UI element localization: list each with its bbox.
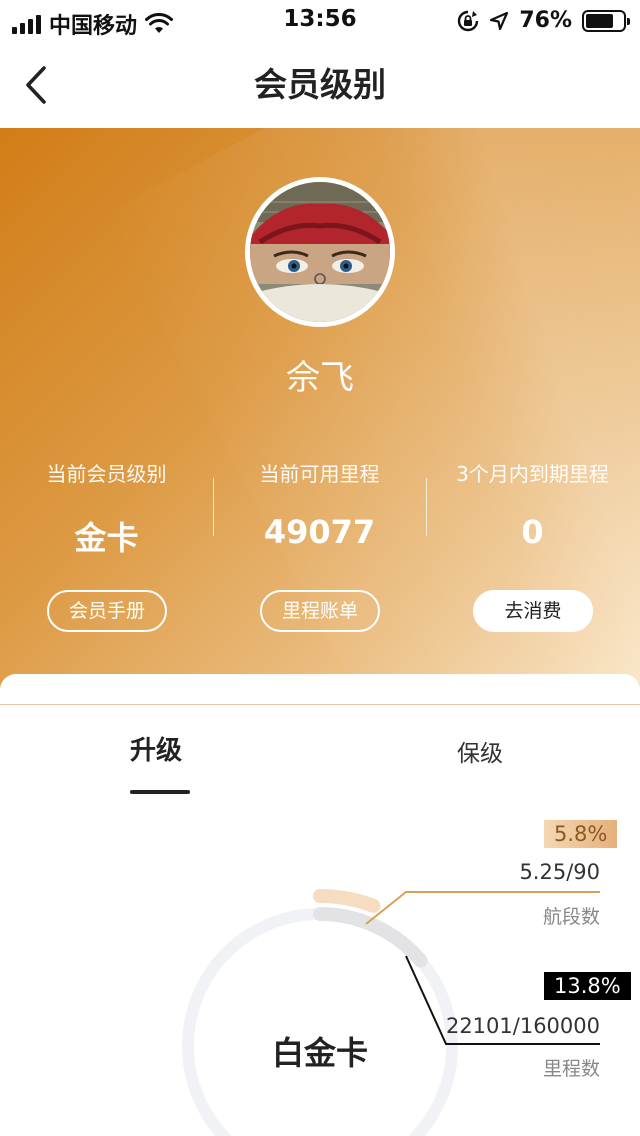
rotation-lock-icon xyxy=(458,10,479,31)
page-title: 会员级别 xyxy=(254,65,386,104)
nav-bar: 会员级别 xyxy=(0,40,640,128)
stat-label: 当前会员级别 xyxy=(46,462,167,486)
mileage-fraction: 22101/160000 xyxy=(445,1014,600,1038)
segments-progress-arc xyxy=(313,889,381,913)
progress-section: 5.8% 5.25/90 航段数 13.8% 22101/160000 里程数 … xyxy=(0,674,640,1136)
mileage-caption: 里程数 xyxy=(542,1058,600,1080)
stat-value: 49077 xyxy=(263,513,376,551)
battery-percent: 76% xyxy=(519,8,572,33)
member-handbook-button[interactable]: 会员手册 xyxy=(47,590,167,632)
location-arrow-icon xyxy=(490,11,509,30)
mileage-percent-badge: 13.8% xyxy=(544,972,631,1000)
stat-value: 金卡 xyxy=(74,519,139,557)
stat-available-mileage: 当前可用里程 49077 xyxy=(213,458,426,551)
status-right: 76% xyxy=(457,8,630,33)
mileage-bill-button[interactable]: 里程账单 xyxy=(260,590,380,632)
stat-label: 当前可用里程 xyxy=(259,462,380,486)
level-card: 升级 保级 5.8% 5.25/90 航段数 13.8% 22101/16000… xyxy=(0,674,640,1136)
stat-label: 3个月内到期里程 xyxy=(456,462,609,486)
member-hero: 佘飞 当前会员级别 金卡 当前可用里程 49077 3个月内到期里程 0 会员手… xyxy=(0,128,640,708)
segments-fraction: 5.25/90 xyxy=(519,860,600,884)
member-name: 佘飞 xyxy=(286,358,354,398)
stat-expiring-mileage: 3个月内到期里程 0 xyxy=(426,458,639,551)
go-spend-button[interactable]: 去消费 xyxy=(473,590,593,632)
segments-caption: 航段数 xyxy=(542,906,600,928)
segments-percent-badge: 5.8% xyxy=(544,820,618,848)
stat-member-level: 当前会员级别 金卡 xyxy=(0,458,213,559)
stat-value: 0 xyxy=(521,513,544,551)
status-bar: 中国移动 13:56 76% xyxy=(0,0,640,40)
battery-fill xyxy=(586,13,614,28)
avatar[interactable] xyxy=(245,177,395,327)
avatar-image xyxy=(250,182,390,322)
member-stats: 当前会员级别 金卡 当前可用里程 49077 3个月内到期里程 0 xyxy=(0,458,640,557)
battery-icon xyxy=(582,9,630,32)
target-level-name: 白金卡 xyxy=(271,1034,368,1072)
